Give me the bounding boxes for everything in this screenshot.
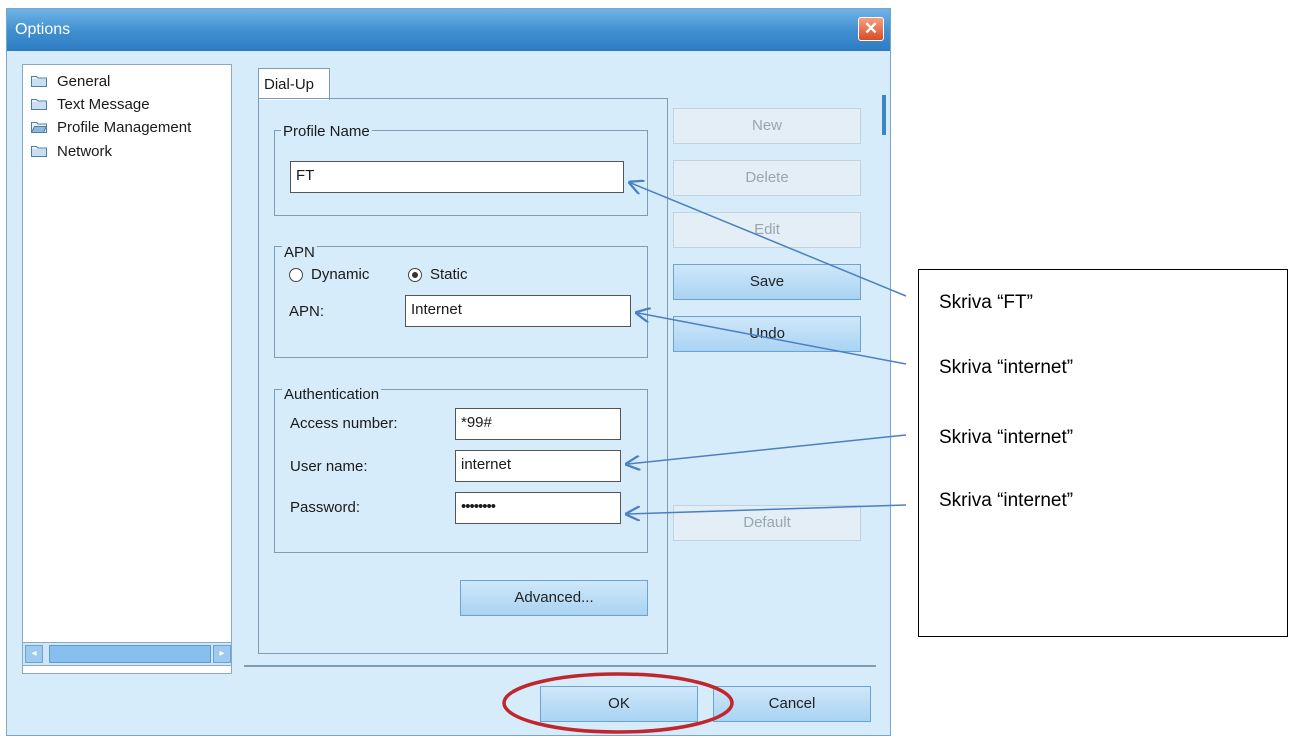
arrow-to-apn	[638, 313, 907, 365]
arrow-to-profile-name	[631, 183, 907, 297]
arrow-to-user-name	[628, 434, 907, 464]
arrow-to-password	[628, 504, 907, 514]
ok-highlight-ellipse	[502, 672, 734, 734]
annotation-overlay	[502, 0, 907, 734]
